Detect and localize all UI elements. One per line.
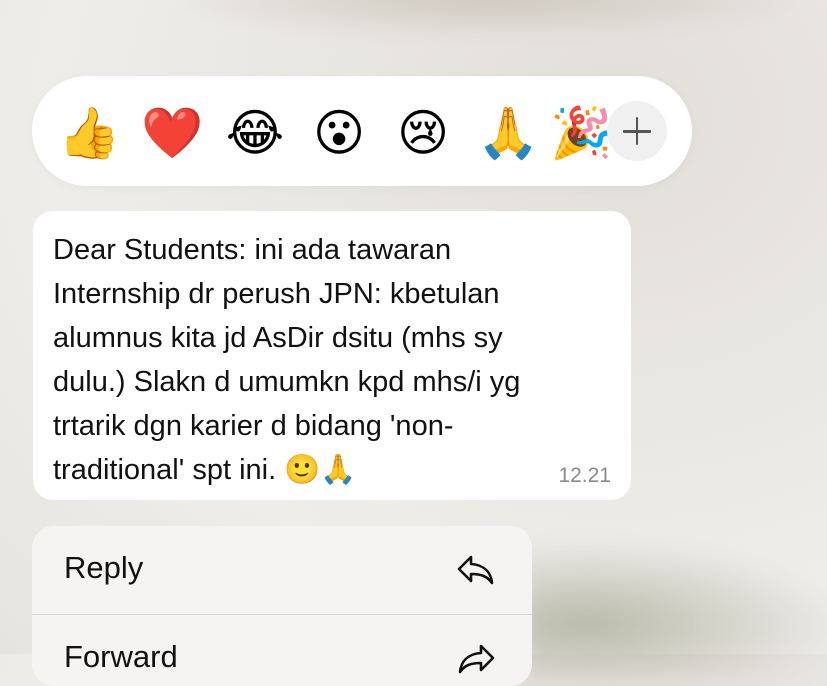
message-bubble[interactable]: Dear Students: ini ada tawaran Internshi…	[33, 211, 631, 500]
reply-menu-item[interactable]: Reply	[32, 526, 532, 614]
praying-hands-icon[interactable]: 🙏	[477, 103, 539, 163]
forward-menu-item[interactable]: Forward	[32, 615, 532, 686]
heart-icon[interactable]: ❤️	[141, 103, 203, 163]
forward-arrow-icon	[458, 644, 495, 674]
reply-label: Reply	[64, 550, 144, 585]
message-text: Dear Students: ini ada tawaran Internshi…	[53, 234, 521, 486]
thumbs-up-icon[interactable]: 👍	[58, 103, 120, 163]
reaction-bar: 👍 ❤️ 😂 😮 😢 🙏 🎉	[32, 76, 692, 186]
tears-of-joy-icon[interactable]: 😂	[225, 103, 285, 163]
surprised-icon[interactable]: 😮	[309, 103, 369, 163]
background-blur-bottom	[520, 540, 827, 680]
add-reaction-button[interactable]	[607, 101, 667, 161]
reply-arrow-icon	[457, 555, 494, 585]
party-popper-icon[interactable]: 🎉	[550, 103, 612, 163]
background-blur-top	[170, 0, 810, 40]
message-time: 12.21	[558, 464, 611, 487]
crying-icon[interactable]: 😢	[393, 103, 453, 163]
context-menu: Reply Forward	[32, 526, 532, 686]
forward-label: Forward	[64, 639, 178, 674]
